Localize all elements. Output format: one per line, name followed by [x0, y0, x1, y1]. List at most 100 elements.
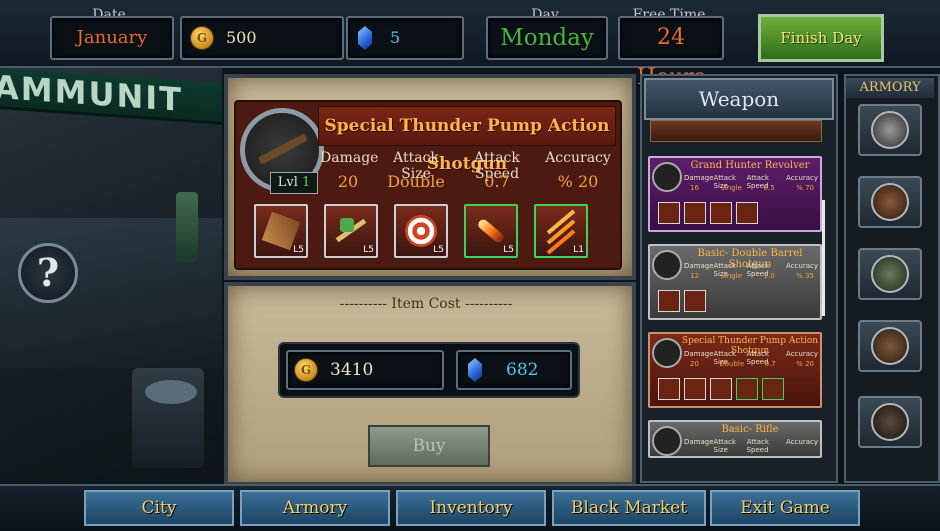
upgrade-slot [658, 378, 680, 400]
gold-amount: 500 [226, 28, 257, 47]
stat-value-attack-size: Double [387, 172, 445, 191]
upgrade-slot [684, 378, 706, 400]
cost-gem-box: 682 [456, 350, 572, 390]
nav-exit-game-button[interactable]: Exit Game [710, 490, 860, 526]
boots-icon [871, 403, 909, 441]
gold-coin-icon: G [294, 358, 318, 382]
stat-value: 0.7 [764, 360, 776, 368]
weapon-card-partial [650, 120, 822, 142]
cost-gold-box: G 3410 [286, 350, 444, 390]
freetime-box: 24 Hours [618, 16, 724, 90]
upgrade-fire-shot-icon[interactable]: L5 [464, 204, 518, 258]
finish-day-button[interactable]: Finish Day [758, 14, 884, 62]
blue-gem-icon [358, 26, 372, 50]
date-box: January 1855 [50, 16, 174, 88]
cost-gold-amount: 3410 [330, 360, 374, 380]
upgrade-slot [762, 378, 784, 400]
stat-header-accuracy: Accuracy [545, 150, 611, 166]
weapon-card[interactable]: Special Thunder Pump Action Shotgun Dama… [648, 332, 822, 408]
help-button[interactable]: ? [18, 243, 78, 303]
weapon-list-scrollbar[interactable] [822, 200, 825, 316]
stat-value: 12 [690, 272, 699, 280]
upgrade-slot [684, 202, 706, 224]
shotgun-icon [652, 338, 682, 368]
item-level-label: Lvl [277, 175, 298, 190]
day-value: Monday [500, 25, 594, 51]
gold-box: G 500 [180, 16, 344, 60]
upgrade-crossbow-bolt-icon[interactable]: L5 [324, 204, 378, 258]
upgrade-slot [684, 290, 706, 312]
armory-header: ARMORY [846, 78, 934, 98]
stool-seat [145, 380, 197, 404]
stat-label: Attack Speed [746, 438, 769, 454]
weapon-list-header: Weapon [644, 78, 834, 120]
vest-icon [871, 255, 909, 293]
stat-value-damage: 20 [337, 172, 359, 191]
upgrade-ammo-belt-icon[interactable]: L5 [254, 204, 308, 258]
weapon-card-values: 20 Double 0.7 % 20 [690, 360, 814, 368]
weapon-card-upgrades [658, 290, 710, 316]
armory-slot-revolver[interactable] [858, 104, 922, 156]
upgrade-slot [710, 202, 732, 224]
armory-slot-crossed-guns[interactable] [858, 320, 922, 372]
stat-value: Single [720, 184, 742, 192]
upgrade-slot [736, 378, 758, 400]
stat-value: % 35 [796, 272, 814, 280]
item-level-value: 1 [302, 175, 311, 190]
upgrade-level: L5 [433, 245, 444, 255]
stat-label: Attack Size [713, 438, 736, 454]
weapon-card[interactable]: Grand Hunter Revolver Damage Attack Size… [648, 156, 822, 232]
armory-slot-hat[interactable] [858, 176, 922, 228]
upgrade-slot [710, 378, 732, 400]
item-title: Special Thunder Pump Action Shotgun [318, 106, 616, 174]
stat-label: Damage [684, 438, 714, 446]
day-box: Monday [486, 16, 608, 60]
gold-coin-icon: G [190, 26, 214, 50]
nav-city-button[interactable]: City [84, 490, 234, 526]
item-cost-title: ---------- Item Cost ---------- [339, 296, 513, 312]
stat-value: 20 [690, 360, 699, 368]
weapon-card[interactable]: Basic- Rifle Damage Attack Size Attack S… [648, 420, 822, 458]
nav-inventory-button[interactable]: Inventory [396, 490, 546, 526]
nav-armory-button[interactable]: Armory [240, 490, 390, 526]
upgrade-slot [658, 290, 680, 312]
nav-black-market-button[interactable]: Black Market [552, 490, 706, 526]
weapon-card[interactable]: Basic- Double Barrel Shotgun Damage Atta… [648, 244, 822, 320]
stat-value: Double [719, 360, 745, 368]
gem-amount: 5 [390, 28, 401, 47]
armory-slot-vest[interactable] [858, 248, 922, 300]
weapon-card-name: Basic- Rifle [721, 424, 779, 435]
armory-slot-boots[interactable] [858, 396, 922, 448]
stat-value: Single [720, 272, 742, 280]
gem-box: 5 [346, 16, 464, 60]
stat-value: 1.0 [763, 272, 775, 280]
stat-value: % 70 [796, 184, 814, 192]
buy-button[interactable]: Buy [368, 425, 490, 467]
stat-value: 16 [690, 184, 699, 192]
weapon-card-name: Grand Hunter Revolver [690, 160, 810, 171]
ammunition-sign: AMMUNIT [0, 68, 222, 126]
stat-value: % 20 [796, 360, 814, 368]
revolver-icon [871, 111, 909, 149]
upgrade-level: L5 [363, 245, 374, 255]
weapon-card-upgrades [658, 202, 762, 228]
upgrade-slot [658, 202, 680, 224]
cost-gem-amount: 682 [506, 360, 539, 380]
revolver-icon [652, 162, 682, 192]
rifle-icon [652, 426, 682, 456]
crossed-guns-icon [871, 327, 909, 365]
bottle-shape [176, 192, 198, 262]
stat-header-damage: Damage [320, 150, 379, 166]
hat-icon [871, 183, 909, 221]
stat-value-accuracy: % 20 [557, 172, 599, 191]
shotgun-icon [652, 250, 682, 280]
weapon-card-stats: Damage Attack Size Attack Speed Accuracy [684, 438, 818, 454]
upgrade-level: L5 [293, 245, 304, 255]
upgrade-level: L5 [503, 245, 514, 255]
weapon-card-values: 12 Single 1.0 % 35 [690, 272, 814, 280]
item-level-badge: Lvl 1 [270, 172, 318, 194]
upgrade-target-icon[interactable]: L5 [394, 204, 448, 258]
stat-label: Accuracy [786, 438, 818, 446]
upgrade-spread-shot-icon[interactable]: L1 [534, 204, 588, 258]
stat-value-attack-speed: 0.7 [484, 172, 510, 191]
